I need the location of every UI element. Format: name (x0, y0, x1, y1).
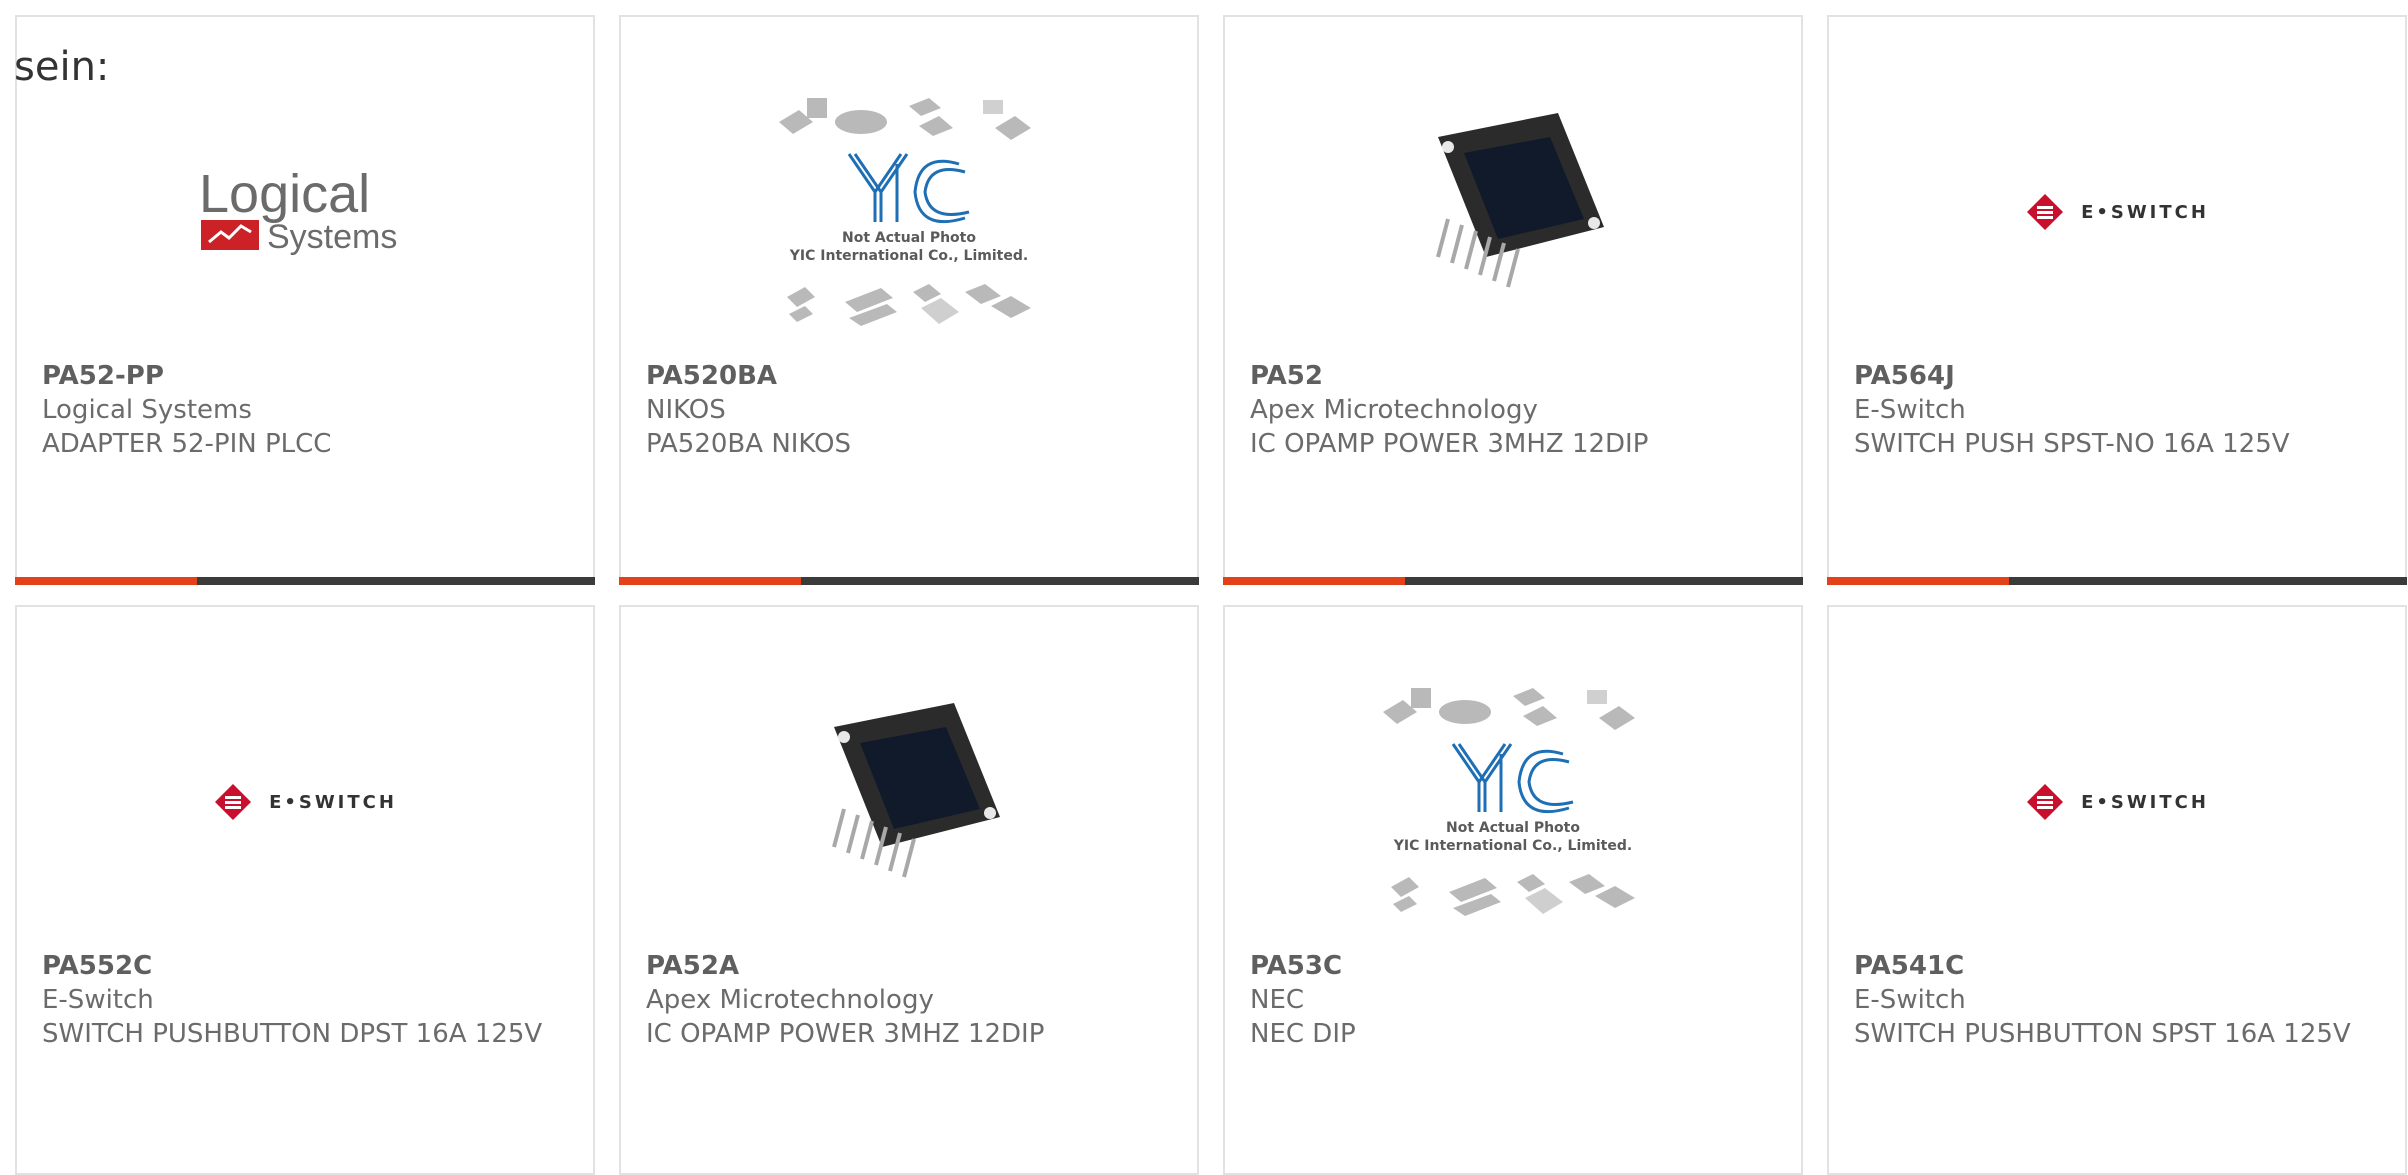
manufacturer: Logical Systems (42, 395, 252, 425)
product-image: Not Actual Photo YIC International Co., … (1225, 667, 1801, 937)
manufacturer: E-Switch (1854, 395, 1966, 425)
product-card[interactable]: E•SWITCH PA541C E-Switch SWITCH PUSHBUTT… (1827, 605, 2407, 1175)
part-number[interactable]: PA520BA (646, 359, 1157, 393)
description: SWITCH PUSH SPST-NO 16A 125V (1854, 429, 2290, 459)
card-accent-bar (619, 577, 1199, 585)
description: SWITCH PUSHBUTTON SPST 16A 125V (1854, 1019, 2351, 1049)
product-image: E•SWITCH (17, 667, 593, 937)
product-image (621, 667, 1197, 937)
product-image (1225, 77, 1801, 347)
logical-systems-logo: Logical Systems (195, 162, 415, 262)
product-image: Not Actual Photo YIC International Co., … (621, 77, 1197, 347)
yic-placeholder-image: Not Actual Photo YIC International Co., … (1373, 682, 1653, 922)
product-card[interactable]: Not Actual Photo YIC International Co., … (619, 15, 1199, 585)
part-number[interactable]: PA52-PP (42, 359, 553, 393)
opamp-module-photo (832, 703, 1000, 878)
eswitch-logo: E•SWITCH (213, 782, 397, 822)
part-number[interactable]: PA52A (646, 949, 1157, 983)
product-card[interactable]: Not Actual Photo YIC International Co., … (1223, 605, 1803, 1175)
product-card[interactable]: Logical Systems PA52-PP Logical Systems … (15, 15, 595, 585)
eswitch-logo: E•SWITCH (2025, 782, 2209, 822)
product-image: E•SWITCH (1829, 77, 2405, 347)
description: IC OPAMP POWER 3MHZ 12DIP (1250, 429, 1649, 459)
product-card[interactable]: E•SWITCH PA564J E-Switch SWITCH PUSH SPS… (1827, 15, 2407, 585)
part-number[interactable]: PA564J (1854, 359, 2365, 393)
card-accent-bar (15, 577, 595, 585)
product-card[interactable]: PA52A Apex Microtechnology IC OPAMP POWE… (619, 605, 1199, 1175)
product-card[interactable]: E•SWITCH PA552C E-Switch SWITCH PUSHBUTT… (15, 605, 595, 1175)
yic-placeholder-image: Not Actual Photo YIC International Co., … (769, 92, 1049, 332)
product-card[interactable]: PA52 Apex Microtechnology IC OPAMP POWER… (1223, 15, 1803, 585)
photo-note-1: Not Actual Photo (1446, 820, 1580, 836)
product-image: E•SWITCH (1829, 667, 2405, 937)
manufacturer: Apex Microtechnology (646, 985, 934, 1015)
description: SWITCH PUSHBUTTON DPST 16A 125V (42, 1019, 543, 1049)
part-number[interactable]: PA52 (1250, 359, 1761, 393)
eswitch-logo: E•SWITCH (2025, 192, 2209, 232)
product-grid: Logical Systems PA52-PP Logical Systems … (15, 15, 2407, 1175)
photo-note-1: Not Actual Photo (842, 230, 976, 246)
card-accent-bar (1223, 577, 1803, 585)
description: NEC DIP (1250, 1019, 1356, 1049)
manufacturer: NIKOS (646, 395, 726, 425)
card-accent-bar (1827, 577, 2407, 585)
part-number[interactable]: PA552C (42, 949, 553, 983)
photo-note-2: YIC International Co., Limited. (789, 248, 1028, 264)
manufacturer: NEC (1250, 985, 1305, 1015)
logo-text-line2: Systems (267, 218, 397, 256)
manufacturer: E-Switch (1854, 985, 1966, 1015)
manufacturer: Apex Microtechnology (1250, 395, 1538, 425)
logo-text-line1: Logical (199, 164, 370, 224)
opamp-module-photo (1436, 113, 1604, 288)
part-number[interactable]: PA53C (1250, 949, 1761, 983)
manufacturer: E-Switch (42, 985, 154, 1015)
description: ADAPTER 52-PIN PLCC (42, 429, 332, 459)
part-number[interactable]: PA541C (1854, 949, 2365, 983)
description: PA520BA NIKOS (646, 429, 852, 459)
product-image: Logical Systems (17, 77, 593, 347)
intro-text: sein: (14, 44, 110, 90)
description: IC OPAMP POWER 3MHZ 12DIP (646, 1019, 1045, 1049)
photo-note-2: YIC International Co., Limited. (1393, 838, 1632, 854)
